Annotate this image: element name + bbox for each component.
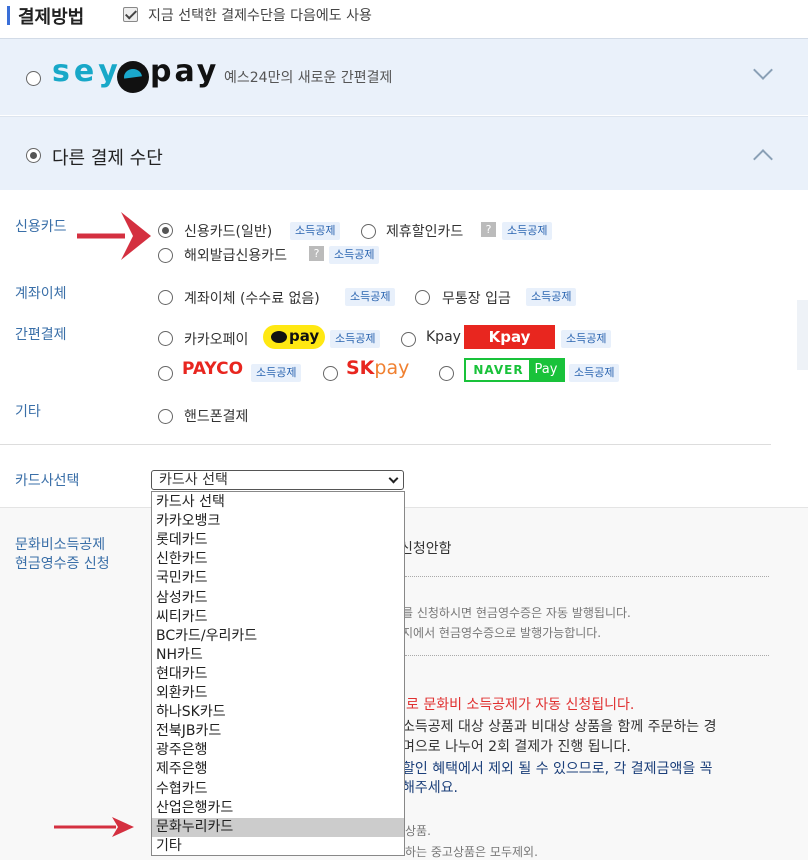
page-title: 결제방법 (18, 7, 85, 28)
dropdown-option[interactable]: 국민카드 (152, 569, 404, 588)
income-deduction-badge: 소득공제 (526, 288, 577, 306)
skpay-logo: SKpay (346, 357, 410, 379)
dropdown-option[interactable]: 삼성카드 (152, 589, 404, 608)
dropdown-option[interactable]: 수협카드 (152, 780, 404, 799)
income-deduction-badge: 소득공제 (569, 364, 620, 382)
select-value: 카드사 선택 (159, 472, 228, 488)
phone-label: 핸드폰결제 (184, 409, 249, 425)
naverpay-radio[interactable] (439, 366, 454, 381)
navy-note-2: 해주세요. (402, 780, 458, 796)
transfer-bankbook-radio[interactable] (415, 290, 430, 305)
dropdown-option[interactable]: 기타 (152, 837, 404, 856)
card-company-select[interactable]: 카드사 선택 (151, 470, 404, 490)
income-deduction-badge: 소득공제 (330, 330, 381, 348)
help-icon[interactable]: ? (309, 246, 324, 261)
seypay-description: 예스24만의 새로운 간편결제 (224, 70, 393, 86)
note-text-1: 를 신청하시면 현금영수증은 자동 발행됩니다. (402, 606, 631, 620)
kakaopay-radio[interactable] (158, 331, 173, 346)
dotted-divider (405, 576, 769, 577)
red-note: 로 문화비 소득공제가 자동 신청됩니다. (406, 697, 635, 713)
kpay-label: Kpay (426, 329, 461, 345)
scrollbar-thumb[interactable] (797, 300, 808, 370)
credit-partner-radio[interactable] (361, 224, 376, 239)
income-deduction-badge: 소득공제 (251, 364, 302, 382)
other-payment-title: 다른 결제 수단 (52, 148, 163, 169)
kakaopay-logo: pay (263, 325, 325, 349)
transfer-account-radio[interactable] (158, 290, 173, 305)
small-note-2: 하는 중고상품은 모두제외. (405, 845, 538, 859)
dropdown-option[interactable]: 문화누리카드 (152, 817, 404, 837)
kakaopay-logo-text: pay (289, 327, 320, 345)
dropdown-option[interactable]: 씨티카드 (152, 608, 404, 627)
title-accent-bar (7, 6, 10, 25)
transfer-account-label: 계좌이체 (수수료 없음) (184, 291, 320, 307)
dropdown-option[interactable]: 카카오뱅크 (152, 512, 404, 531)
label-etc: 기타 (15, 404, 41, 420)
divider (0, 444, 771, 445)
dropdown-option[interactable]: NH카드 (152, 646, 404, 665)
small-note-1: 상품. (405, 824, 431, 838)
transfer-bankbook-label: 무통장 입금 (442, 291, 511, 307)
dropdown-option[interactable]: 전북JB카드 (152, 722, 404, 741)
income-deduction-badge: 소득공제 (290, 222, 341, 240)
kpay-logo: Kpay (464, 325, 555, 349)
red-arrow-icon (54, 817, 134, 837)
naverpay-logo: NAVER Pay (464, 358, 565, 382)
dropdown-option[interactable]: 산업은행카드 (152, 799, 404, 818)
seypay-logo-sey: sey (52, 54, 122, 89)
dropdown-option[interactable]: 현대카드 (152, 665, 404, 684)
skpay-radio[interactable] (323, 366, 338, 381)
red-arrow-icon (77, 212, 151, 260)
dark-note-2: 며으로 나누어 2회 결제가 진행 됩니다. (402, 739, 631, 755)
card-company-dropdown[interactable]: 카드사 선택 카카오뱅크 롯데카드 신한카드 국민카드 삼성카드 씨티카드 BC카드/우리카드… (151, 491, 405, 856)
dropdown-option[interactable]: 신한카드 (152, 550, 404, 569)
label-culture-1: 문화비소득공제 (15, 537, 106, 553)
note-text-2: 지에서 현금영수증으로 발행가능합니다. (402, 626, 602, 640)
label-simple-pay: 간편결제 (15, 327, 67, 343)
seypay-logo-icon (117, 61, 149, 93)
label-card-company: 카드사선택 (15, 473, 80, 489)
chevron-down-icon (388, 473, 399, 484)
dropdown-option[interactable]: 광주은행 (152, 741, 404, 760)
seypay-radio[interactable] (26, 71, 41, 86)
payco-logo: PAYCO (182, 359, 244, 379)
kakao-bubble-icon (271, 331, 287, 343)
credit-overseas-radio[interactable] (158, 248, 173, 263)
credit-general-label: 신용카드(일반) (184, 224, 273, 240)
label-culture-2: 현금영수증 신청 (15, 556, 110, 572)
dropdown-option[interactable]: 제주은행 (152, 760, 404, 779)
credit-partner-label: 제휴할인카드 (386, 224, 464, 240)
seypay-logo-pay: pay (150, 54, 220, 89)
phone-radio[interactable] (158, 409, 173, 424)
no-apply-label: 신청안함 (400, 541, 452, 557)
income-deduction-badge: 소득공제 (561, 330, 612, 348)
remember-checkbox[interactable] (123, 7, 138, 22)
label-transfer: 계좌이체 (15, 286, 67, 302)
payment-header: 결제방법 지금 선택한 결제수단을 다음에도 사용 (0, 0, 808, 38)
label-credit-card: 신용카드 (15, 219, 67, 235)
income-deduction-badge: 소득공제 (502, 222, 553, 240)
other-payment-radio[interactable] (26, 148, 41, 163)
payco-radio[interactable] (158, 366, 173, 381)
credit-overseas-label: 해외발급신용카드 (184, 248, 288, 264)
credit-general-radio[interactable] (158, 223, 173, 238)
help-icon[interactable]: ? (481, 222, 496, 237)
dotted-divider (405, 655, 769, 656)
kpay-radio[interactable] (401, 332, 416, 347)
remember-label: 지금 선택한 결제수단을 다음에도 사용 (148, 8, 372, 24)
dropdown-option[interactable]: BC카드/우리카드 (152, 627, 404, 646)
dropdown-option[interactable]: 롯데카드 (152, 531, 404, 550)
dropdown-option[interactable]: 외환카드 (152, 684, 404, 703)
dropdown-option[interactable]: 카드사 선택 (152, 493, 404, 512)
dark-note-1: 소득공제 대상 상품과 비대상 상품을 함께 주문하는 경 (402, 719, 717, 735)
kakaopay-label: 카카오페이 (184, 332, 249, 348)
dropdown-option[interactable]: 하나SK카드 (152, 703, 404, 722)
navy-note-1: 할인 혜택에서 제외 될 수 있으므로, 각 결제금액을 꼭 (402, 761, 713, 777)
income-deduction-badge: 소득공제 (329, 246, 380, 264)
income-deduction-badge: 소득공제 (345, 288, 396, 306)
